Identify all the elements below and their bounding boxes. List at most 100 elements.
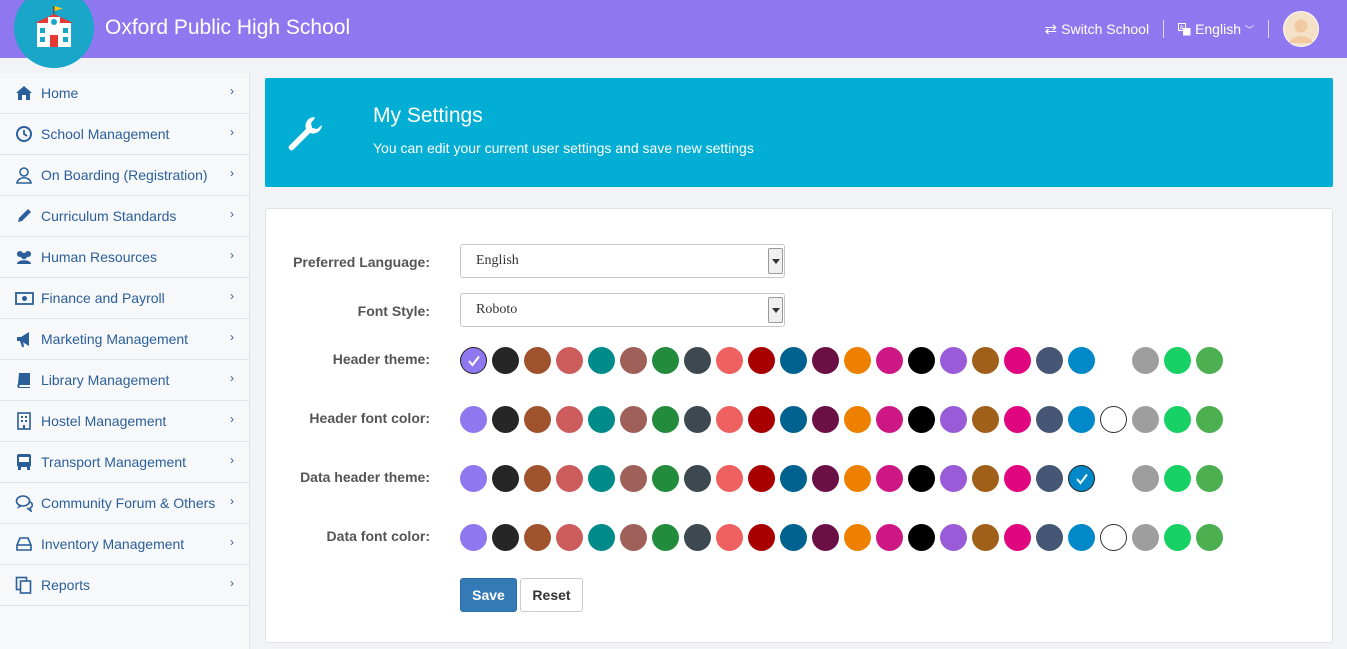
color-swatch[interactable]: [876, 347, 903, 374]
color-swatch[interactable]: [716, 524, 743, 551]
sidebar-item-home[interactable]: Home ›: [0, 73, 249, 114]
color-swatch[interactable]: [1196, 465, 1223, 492]
color-swatch[interactable]: [876, 524, 903, 551]
user-avatar[interactable]: [1283, 11, 1319, 47]
color-swatch[interactable]: [460, 524, 487, 551]
color-swatch[interactable]: [1068, 406, 1095, 433]
color-swatch[interactable]: [1036, 347, 1063, 374]
color-swatch[interactable]: [684, 465, 711, 492]
save-button[interactable]: Save: [460, 578, 517, 612]
color-swatch[interactable]: [1036, 524, 1063, 551]
color-swatch[interactable]: [908, 406, 935, 433]
color-swatch[interactable]: [844, 347, 871, 374]
switch-school-link[interactable]: ⇄ Switch School: [1045, 20, 1150, 38]
color-swatch[interactable]: [876, 465, 903, 492]
color-swatch[interactable]: [780, 347, 807, 374]
color-swatch[interactable]: [620, 406, 647, 433]
color-swatch[interactable]: [876, 406, 903, 433]
color-swatch[interactable]: [684, 406, 711, 433]
color-swatch[interactable]: [524, 347, 551, 374]
color-swatch[interactable]: [556, 524, 583, 551]
color-swatch[interactable]: [1036, 465, 1063, 492]
color-swatch[interactable]: [716, 406, 743, 433]
color-swatch[interactable]: [1196, 406, 1223, 433]
sidebar-item-school-management[interactable]: School Management ›: [0, 114, 249, 155]
color-swatch[interactable]: [748, 524, 775, 551]
color-swatch[interactable]: [780, 465, 807, 492]
color-swatch[interactable]: [492, 406, 519, 433]
color-swatch[interactable]: [652, 406, 679, 433]
color-swatch[interactable]: [1004, 347, 1031, 374]
color-swatch[interactable]: [652, 524, 679, 551]
color-swatch[interactable]: [1164, 465, 1191, 492]
color-swatch[interactable]: [972, 465, 999, 492]
color-swatch[interactable]: [1100, 524, 1127, 551]
sidebar-item-inventory-management[interactable]: Inventory Management ›: [0, 524, 249, 565]
color-swatch[interactable]: [908, 524, 935, 551]
color-swatch[interactable]: [1004, 406, 1031, 433]
sidebar-item-transport-management[interactable]: Transport Management ›: [0, 442, 249, 483]
color-swatch[interactable]: [556, 406, 583, 433]
sidebar-item-library-management[interactable]: Library Management ›: [0, 360, 249, 401]
sidebar-item-marketing-management[interactable]: Marketing Management ›: [0, 319, 249, 360]
color-swatch[interactable]: [1068, 524, 1095, 551]
color-swatch[interactable]: [1004, 465, 1031, 492]
color-swatch[interactable]: [492, 465, 519, 492]
color-swatch[interactable]: [1068, 465, 1095, 492]
color-swatch[interactable]: [1132, 465, 1159, 492]
color-swatch[interactable]: [652, 347, 679, 374]
color-swatch[interactable]: [748, 465, 775, 492]
color-swatch[interactable]: [1036, 406, 1063, 433]
color-swatch[interactable]: [716, 465, 743, 492]
color-swatch[interactable]: [524, 465, 551, 492]
language-dropdown[interactable]: A English ﹀: [1178, 21, 1254, 37]
color-swatch[interactable]: [748, 406, 775, 433]
color-swatch[interactable]: [940, 347, 967, 374]
color-swatch[interactable]: [460, 406, 487, 433]
color-swatch[interactable]: [620, 524, 647, 551]
color-swatch[interactable]: [780, 406, 807, 433]
color-swatch[interactable]: [940, 524, 967, 551]
color-swatch[interactable]: [908, 465, 935, 492]
color-swatch[interactable]: [556, 465, 583, 492]
color-swatch[interactable]: [1196, 524, 1223, 551]
color-swatch[interactable]: [1132, 406, 1159, 433]
color-swatch[interactable]: [812, 524, 839, 551]
color-swatch[interactable]: [588, 524, 615, 551]
color-swatch[interactable]: [524, 524, 551, 551]
color-swatch[interactable]: [844, 406, 871, 433]
color-swatch[interactable]: [844, 465, 871, 492]
color-swatch[interactable]: [1132, 347, 1159, 374]
sidebar-item-human-resources[interactable]: Human Resources ›: [0, 237, 249, 278]
sidebar-item-curriculum-standards[interactable]: Curriculum Standards ›: [0, 196, 249, 237]
sidebar-item-on-boarding-registration[interactable]: On Boarding (Registration) ›: [0, 155, 249, 196]
color-swatch[interactable]: [812, 347, 839, 374]
color-swatch[interactable]: [492, 524, 519, 551]
color-swatch[interactable]: [780, 524, 807, 551]
color-swatch[interactable]: [588, 347, 615, 374]
color-swatch[interactable]: [940, 465, 967, 492]
color-swatch[interactable]: [972, 406, 999, 433]
preferred-language-select[interactable]: English: [460, 244, 785, 278]
color-swatch[interactable]: [1132, 524, 1159, 551]
color-swatch[interactable]: [684, 347, 711, 374]
font-style-select[interactable]: Roboto: [460, 293, 785, 327]
color-swatch[interactable]: [1068, 347, 1095, 374]
color-swatch[interactable]: [748, 347, 775, 374]
color-swatch[interactable]: [908, 347, 935, 374]
color-swatch[interactable]: [684, 524, 711, 551]
sidebar-item-finance-and-payroll[interactable]: Finance and Payroll ›: [0, 278, 249, 319]
reset-button[interactable]: Reset: [520, 578, 583, 612]
color-swatch[interactable]: [940, 406, 967, 433]
sidebar-item-hostel-management[interactable]: Hostel Management ›: [0, 401, 249, 442]
color-swatch[interactable]: [524, 406, 551, 433]
color-swatch[interactable]: [844, 524, 871, 551]
color-swatch[interactable]: [460, 465, 487, 492]
color-swatch[interactable]: [460, 347, 487, 374]
color-swatch[interactable]: [588, 406, 615, 433]
color-swatch[interactable]: [492, 347, 519, 374]
color-swatch[interactable]: [1164, 406, 1191, 433]
color-swatch[interactable]: [652, 465, 679, 492]
color-swatch[interactable]: [972, 524, 999, 551]
color-swatch[interactable]: [716, 347, 743, 374]
